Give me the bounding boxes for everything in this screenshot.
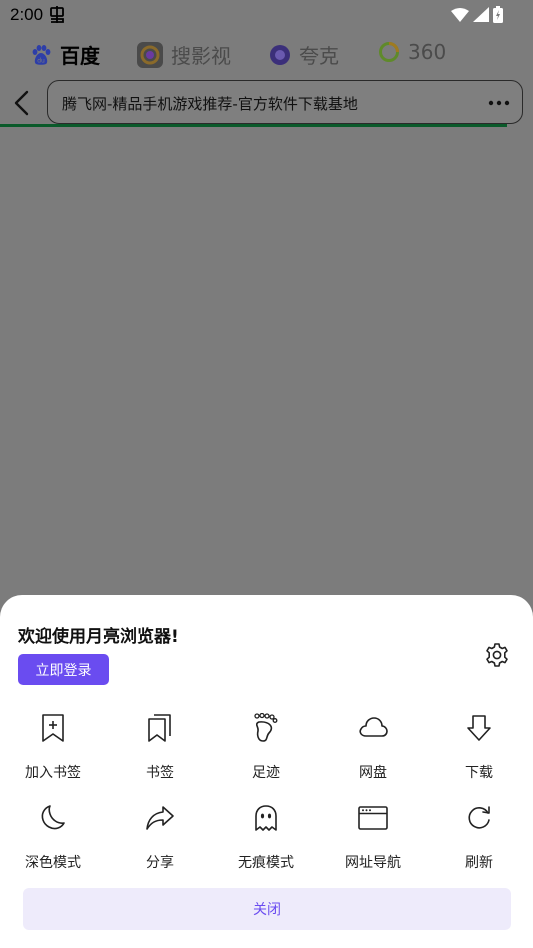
menu-item-refresh[interactable]: 刷新 <box>434 803 524 872</box>
address-bar[interactable]: 腾飞网-精品手机游戏推荐-官方软件下载基地 <box>47 80 523 124</box>
menu-item-label: 无痕模式 <box>238 855 294 871</box>
refresh-icon <box>468 806 490 829</box>
engine-label: 夸克 <box>299 44 339 68</box>
browser-window-icon <box>358 806 388 830</box>
moon-icon <box>41 805 65 830</box>
menu-item-url-nav[interactable]: 网址导航 <box>328 803 418 872</box>
soying-icon <box>137 41 163 68</box>
menu-item-bookmarks[interactable]: 书签 <box>115 713 205 782</box>
welcome-text: 欢迎使用月亮浏览器! <box>18 627 179 647</box>
engine-label: 360 <box>408 40 447 64</box>
menu-item-share[interactable]: 分享 <box>115 803 205 872</box>
menu-item-label: 足迹 <box>252 765 280 781</box>
menu-item-label: 网址导航 <box>345 855 401 871</box>
ghost-icon <box>255 805 277 831</box>
search-engine-bar: du 百度 搜影视 夸克 360 <box>0 34 533 76</box>
menu-item-incognito[interactable]: 无痕模式 <box>221 803 311 872</box>
page-title: 腾飞网-精品手机游戏推荐-官方软件下载基地 <box>62 95 358 113</box>
gear-icon[interactable] <box>484 642 510 668</box>
menu-item-label: 分享 <box>146 855 174 871</box>
footprint-icon <box>254 713 278 742</box>
add-bookmark-icon <box>42 714 64 742</box>
engine-tab-quark[interactable]: 夸克 <box>269 40 339 69</box>
engine-label: 搜影视 <box>171 44 231 68</box>
cloud-icon <box>359 717 388 737</box>
menu-item-footprint[interactable]: 足迹 <box>221 713 311 782</box>
menu-item-label: 加入书签 <box>25 765 81 781</box>
close-button[interactable]: 关闭 <box>23 888 511 930</box>
sim-toolkit-icon <box>50 6 64 23</box>
engine-tab-soying[interactable]: 搜影视 <box>137 40 231 69</box>
chevron-left-icon[interactable] <box>10 90 34 116</box>
engine-tab-360[interactable]: 360 <box>378 40 446 64</box>
quark-icon <box>270 44 290 65</box>
menu-item-add-bookmark[interactable]: 加入书签 <box>8 713 98 782</box>
battery-icon <box>493 6 503 23</box>
status-time: 2:00 <box>10 5 44 24</box>
engine-label: 百度 <box>60 44 100 68</box>
360-icon <box>379 42 399 62</box>
share-icon <box>146 806 174 830</box>
svg-text:du: du <box>37 57 45 64</box>
status-bar: 2:00 <box>0 0 533 30</box>
menu-item-label: 下载 <box>465 765 493 781</box>
menu-item-download[interactable]: 下载 <box>434 713 524 782</box>
signal-icon <box>473 7 489 22</box>
baidu-paw-icon: du <box>32 44 51 65</box>
menu-item-cloud-disk[interactable]: 网盘 <box>328 713 418 782</box>
menu-item-label: 书签 <box>146 765 174 781</box>
login-button[interactable]: 立即登录 <box>18 654 109 685</box>
address-row: 腾飞网-精品手机游戏推荐-官方软件下载基地 <box>0 80 533 126</box>
download-icon <box>467 715 491 741</box>
page-load-progress <box>0 124 507 127</box>
more-dots-icon[interactable] <box>488 100 510 106</box>
wifi-icon <box>451 7 469 22</box>
engine-tab-baidu[interactable]: du 百度 <box>30 40 100 69</box>
menu-item-label: 深色模式 <box>25 855 81 871</box>
bookmarks-icon <box>148 714 171 742</box>
menu-item-label: 网盘 <box>359 765 387 781</box>
menu-item-dark-mode[interactable]: 深色模式 <box>8 803 98 872</box>
browser-menu-sheet: 欢迎使用月亮浏览器! 立即登录 加入书签 书签 足迹 网盘 下载 深色模式 分享… <box>0 595 533 948</box>
menu-item-label: 刷新 <box>465 855 493 871</box>
